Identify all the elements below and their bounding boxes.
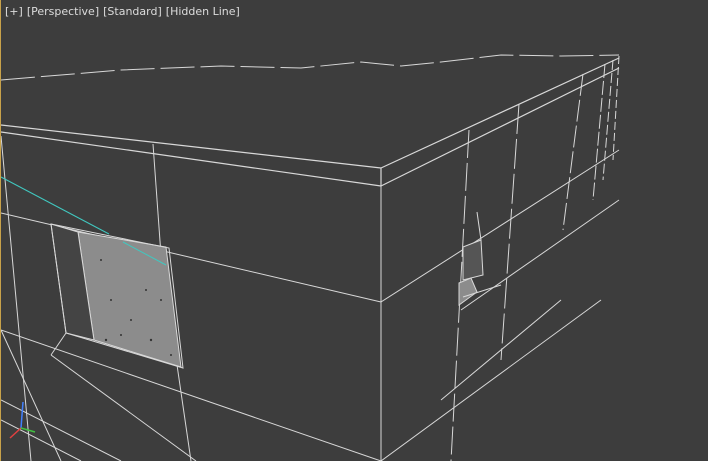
front-window — [50, 223, 184, 369]
viewport-shading-menu[interactable]: Standard — [103, 5, 162, 18]
scene-canvas[interactable] — [1, 0, 708, 461]
viewport-label: + Perspective Standard Hidden Line — [5, 5, 240, 18]
viewport-style-menu[interactable]: Hidden Line — [166, 5, 240, 18]
viewport-plus-menu[interactable]: + — [5, 5, 23, 18]
z-axis — [20, 401, 24, 429]
front-wall — [1, 135, 382, 461]
y-axis — [20, 427, 36, 433]
perspective-viewport[interactable]: + Perspective Standard Hidden Line — [0, 0, 708, 461]
roof-outline — [1, 57, 620, 187]
viewport-view-menu[interactable]: Perspective — [27, 5, 99, 18]
axis-gizmo — [9, 401, 36, 439]
x-axis — [9, 427, 22, 439]
roof-far-edge — [1, 54, 620, 81]
side-window — [458, 211, 502, 306]
side-wall — [380, 55, 620, 461]
